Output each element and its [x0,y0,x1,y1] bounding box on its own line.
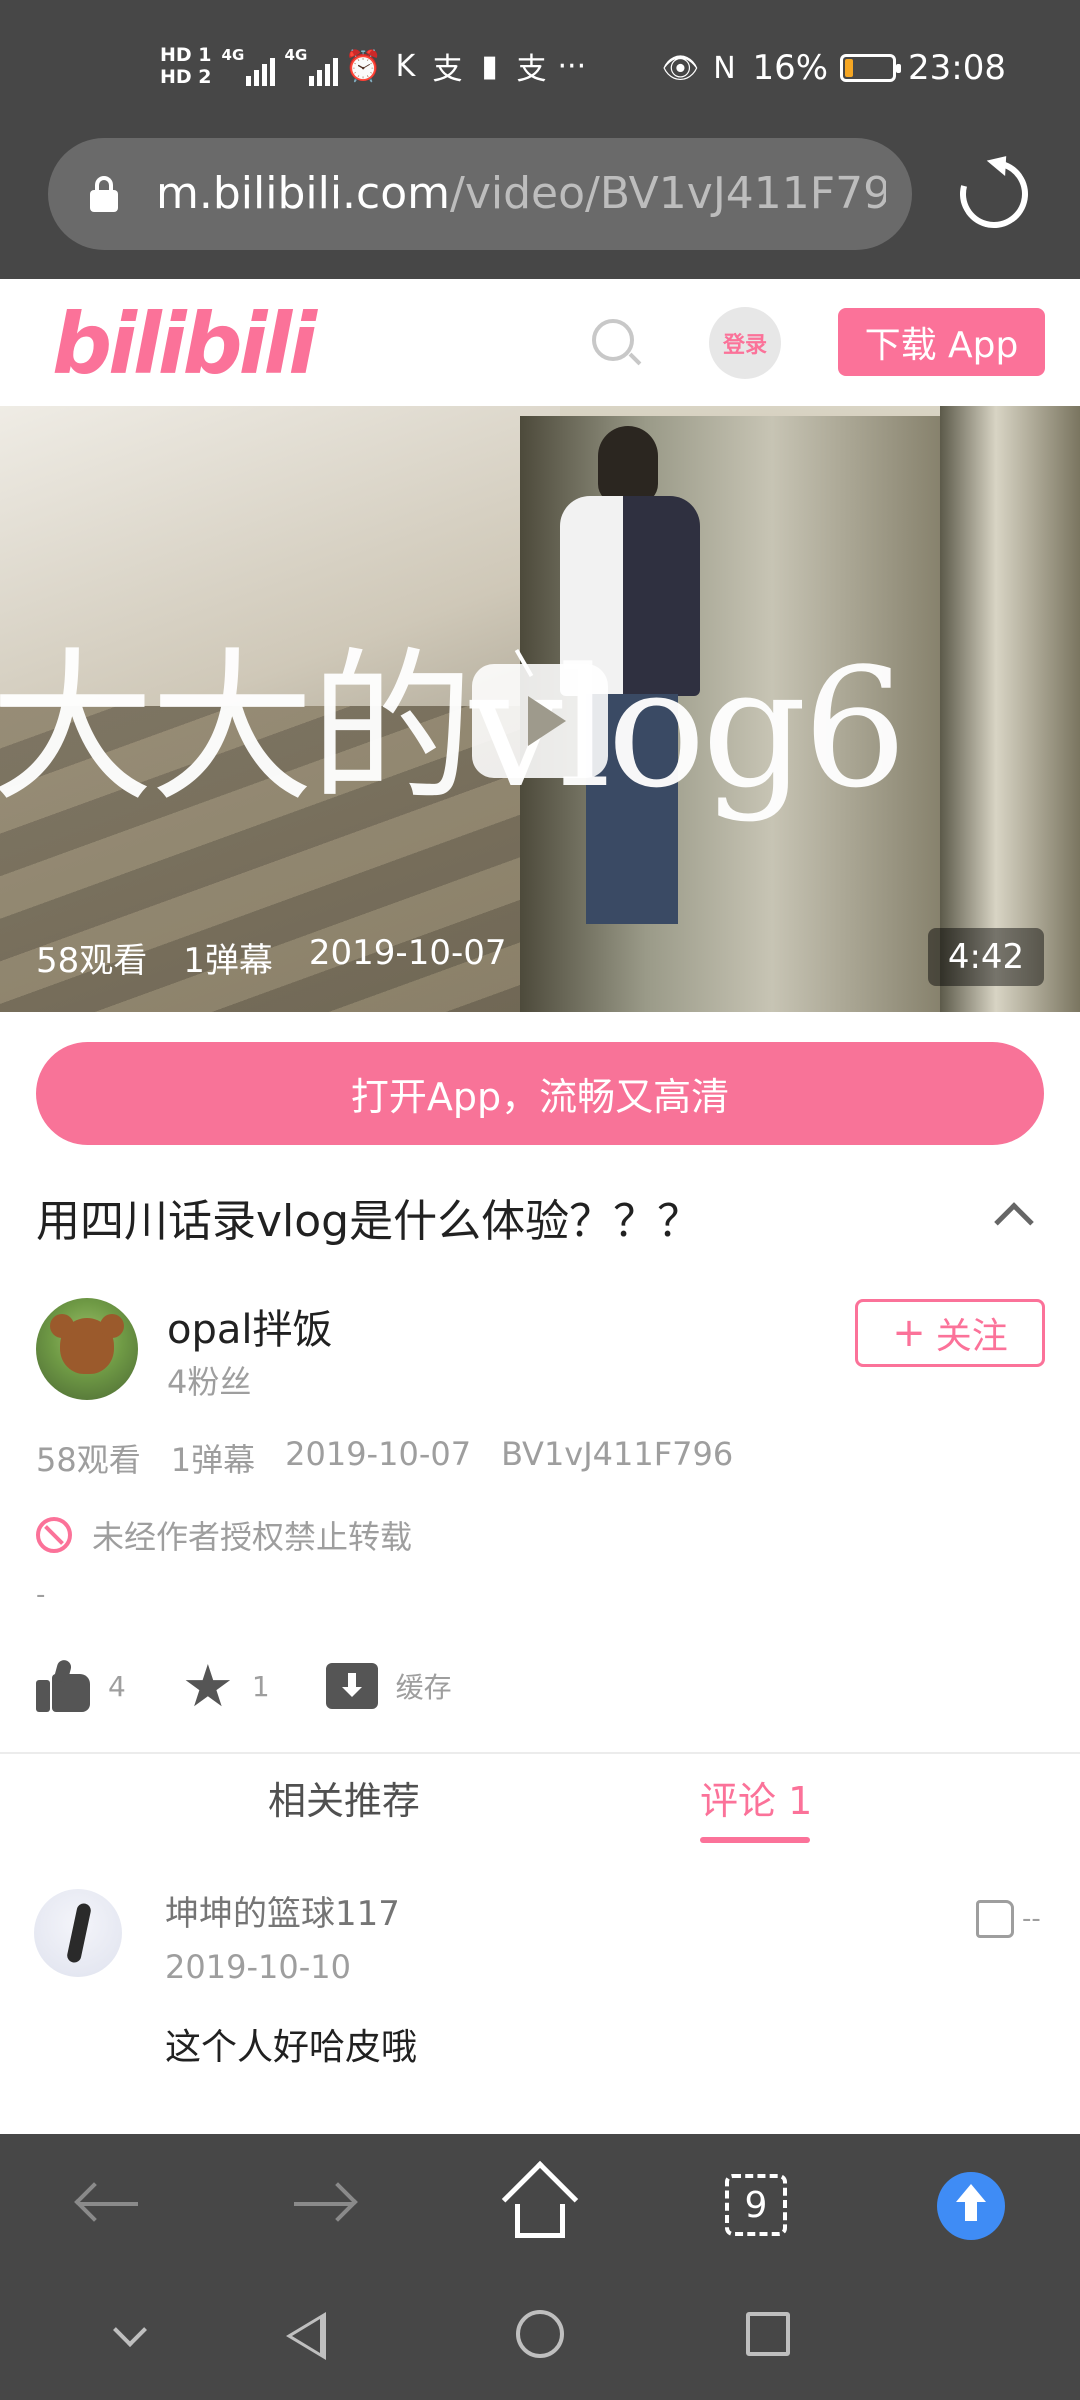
hd-indicator: HD 1 HD 2 [160,44,212,88]
author-avatar[interactable] [36,1298,138,1400]
arrow-up-icon[interactable] [937,2172,1005,2240]
commenter-avatar[interactable] [34,1889,122,1977]
no-repost-notice: 未经作者授权禁止转载 [36,1512,412,1558]
comment-date: 2019-10-10 [165,1948,351,1986]
download-app-button[interactable]: 下载 App [838,308,1045,376]
author-fans: 4粉丝 [167,1363,252,1401]
kuaishou-icon: K [395,48,416,84]
video-frame-door [940,406,1080,1012]
browser-top-bar: HD 1 HD 2 4G 4G ⏰ K 支 ▮ 支 ··· 👁 N 16% 23… [0,0,1080,279]
search-icon[interactable] [592,319,642,367]
cache-label: 缓存 [395,1671,452,1704]
cache-button[interactable]: 缓存 [325,1663,452,1709]
active-tab-indicator [700,1837,810,1843]
status-right: 👁 N 16% 23:08 [661,40,1006,96]
signal-icon: 4G [285,46,338,86]
eye-comfort-icon: 👁 [661,50,700,86]
meta-bvid: BV1vJ411F796 [501,1435,734,1473]
comment-like-count: -- [1022,1904,1041,1934]
author-name[interactable]: opal拌饭 [167,1297,333,1355]
forward-arrow-icon[interactable] [294,2182,358,2224]
meta-danmaku: 1弹幕 [170,1441,256,1479]
thumbs-up-icon [36,1658,90,1712]
star-icon: ★ [181,1652,234,1720]
video-duration: 4:42 [928,928,1044,986]
open-app-button[interactable]: 打开App，流畅又高清 [36,1042,1044,1145]
commenter-name[interactable]: 坤坤的篮球117 [165,1886,400,1935]
video-description: - [36,1580,46,1610]
battery-level [845,59,854,77]
url-domain: m.bilibili.com [156,168,451,219]
bilibili-logo[interactable]: bilibili [52,295,317,393]
video-player[interactable]: 大大的vlog6 58观看 1弹幕 2019-10-07 4:42 [0,406,1080,1012]
home-icon[interactable] [501,2160,579,2240]
thumbs-up-icon [976,1900,1014,1938]
system-navigation-bar [0,2274,1080,2400]
video-danmaku: 1弹幕 [183,941,273,981]
nav-back-icon[interactable] [286,2312,326,2360]
tab-comments[interactable]: 评论 1 [700,1770,812,1825]
address-bar[interactable]: m.bilibili.com/video/BV1vJ411F796 [48,138,912,250]
nav-home-icon[interactable] [516,2310,564,2358]
back-arrow-icon[interactable] [74,2182,138,2224]
alarm-clock-icon: ⏰ [344,48,383,84]
status-left: HD 1 HD 2 4G 4G ⏰ K 支 ▮ 支 ··· [160,38,586,94]
meta-views: 58观看 [36,1441,141,1479]
favorite-count: 1 [251,1669,270,1703]
meta-date: 2019-10-07 [285,1435,472,1473]
sim-alert-icon: ▮ [481,48,498,84]
nav-recents-icon[interactable] [746,2312,790,2356]
download-folder-icon [325,1663,378,1709]
alipay-icon: 支 [432,52,463,87]
video-views: 58观看 [36,941,148,981]
play-icon[interactable] [472,664,608,778]
lock-icon[interactable] [90,176,118,212]
url-path: /video/BV1vJ411F796 [450,168,886,219]
follow-label: 关注 [935,1316,1008,1357]
login-button[interactable]: 登录 [709,307,781,379]
battery-percent: 16% [752,48,829,88]
like-count: 4 [108,1669,126,1703]
like-button[interactable]: 4 [36,1658,126,1712]
no-repost-text: 未经作者授权禁止转载 [92,1518,413,1556]
content-tabs: 相关推荐 评论 1 [0,1770,1080,1850]
video-stats: 58观看 1弹幕 2019-10-07 [36,933,507,982]
action-row: 4 ★ 1 缓存 [36,1652,452,1720]
tab-switcher-button[interactable]: 9 [725,2174,787,2236]
signal-icon: 4G [222,46,275,86]
alipay-icon: 支 [516,52,547,87]
battery-icon [840,54,902,82]
browser-toolbar: 9 [0,2134,1080,2274]
more-notifications: ··· [557,48,587,84]
tab-related[interactable]: 相关推荐 [268,1770,420,1825]
video-title: 用四川话录vlog是什么体验？？？ [36,1196,702,1247]
status-bar: HD 1 HD 2 4G 4G ⏰ K 支 ▮ 支 ··· 👁 N 16% 23… [0,0,1080,136]
clock: 23:08 [908,48,1006,88]
url-text[interactable]: m.bilibili.com/video/BV1vJ411F796 [156,166,886,222]
comment-like-button[interactable]: -- [976,1900,1041,1938]
nfc-icon: N [713,50,736,86]
plus-icon: + [892,1310,926,1356]
reload-icon[interactable] [947,147,1041,241]
video-cover-text: 大大的vlog6 [0,633,907,824]
follow-button[interactable]: + 关注 [855,1299,1045,1367]
video-meta: 58观看 1弹幕 2019-10-07 BV1vJ411F796 [36,1435,733,1481]
video-date: 2019-10-07 [308,933,507,973]
chevron-up-icon[interactable] [994,1202,1034,1242]
favorite-button[interactable]: ★ 1 [181,1652,270,1720]
site-header: bilibili 登录 下载 App [0,279,1080,406]
divider [0,1752,1080,1754]
ban-icon [36,1517,72,1553]
chevron-down-icon[interactable] [113,2313,147,2347]
comment-text: 这个人好哈皮哦 [165,2027,418,2068]
